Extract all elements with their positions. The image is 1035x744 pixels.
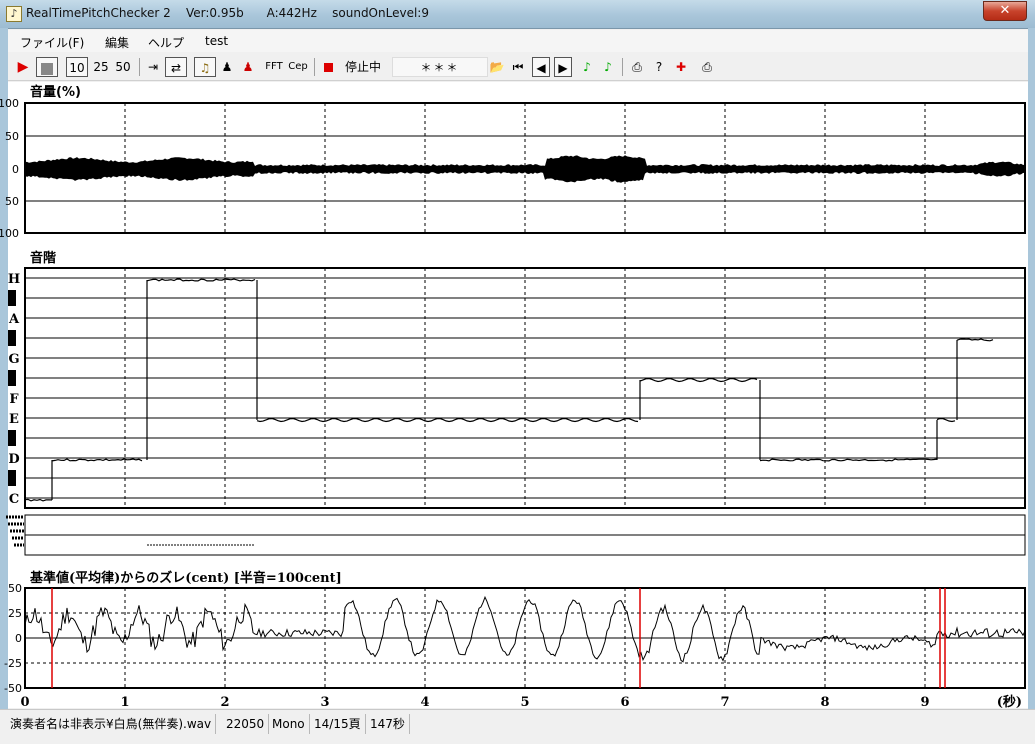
volume-y-tick: 50 [5,130,19,143]
note-label-C: C [9,492,19,507]
time-tick: 2 [220,695,229,710]
time-tick: 7 [720,695,729,710]
pitch-segment [24,498,53,502]
time-tick: 5 [520,695,529,710]
cent-y-tick: -25 [4,657,22,670]
time-tick: 4 [420,695,429,710]
status-bar: 演奏者名は非表示¥白鳥(無伴奏).wav 22050 Mono 14/15頁 1… [0,709,1035,744]
note-label-A: A [8,312,20,327]
pitch-segment [936,417,956,423]
time-tick: 9 [920,695,929,710]
chart-canvas: 音量(%)10050050100音階HAGFEDC基準値(平均律)からのズレ(c… [0,84,1026,710]
volume-y-tick: 100 [0,97,19,110]
black-key [8,290,16,306]
time-tick: 1 [120,695,129,710]
pitch-segment [956,338,994,342]
time-tick: 3 [320,695,329,710]
status-rate: 22050 [222,714,270,734]
black-key [8,330,16,346]
cent-deviation-line [24,595,1026,663]
status-length: 147秒 [366,714,410,734]
volume-y-tick: 100 [0,227,19,240]
cent-y-tick: 0 [15,632,22,645]
volume-y-tick: 0 [12,163,19,176]
pitch-segment [51,458,143,462]
black-key [8,430,16,446]
pitch-segment [639,377,758,383]
cent-y-tick: 25 [8,607,22,620]
status-channel: Mono [268,714,310,734]
cent-y-tick: -50 [4,682,22,695]
cent-y-tick: 50 [8,582,22,595]
note-label-D: D [8,452,19,467]
scale-panel-title: 音階 [30,250,56,266]
status-file: 演奏者名は非表示¥白鳥(無伴奏).wav [6,714,217,734]
black-key [8,470,16,486]
cent-panel-title: 基準値(平均律)からのズレ(cent) [半音=100cent] [29,570,342,586]
volume-panel-title: 音量(%) [30,84,81,100]
note-label-H: H [8,272,20,287]
volume-y-tick: 50 [5,195,19,208]
pitch-segment [256,417,639,423]
time-tick: 0 [20,695,29,710]
note-label-F: F [9,392,19,407]
app-window: ♪ RealTimePitchChecker 2 Ver:0.95b A:442… [0,0,1035,744]
time-unit-label: (秒) [997,694,1022,710]
black-key [8,370,16,386]
time-tick: 8 [820,695,829,710]
status-page: 14/15頁 [310,714,366,734]
time-tick: 6 [620,695,629,710]
note-label-G: G [8,352,19,367]
pitch-segment [146,278,256,282]
note-label-E: E [9,412,19,427]
pitch-segment [759,458,938,462]
